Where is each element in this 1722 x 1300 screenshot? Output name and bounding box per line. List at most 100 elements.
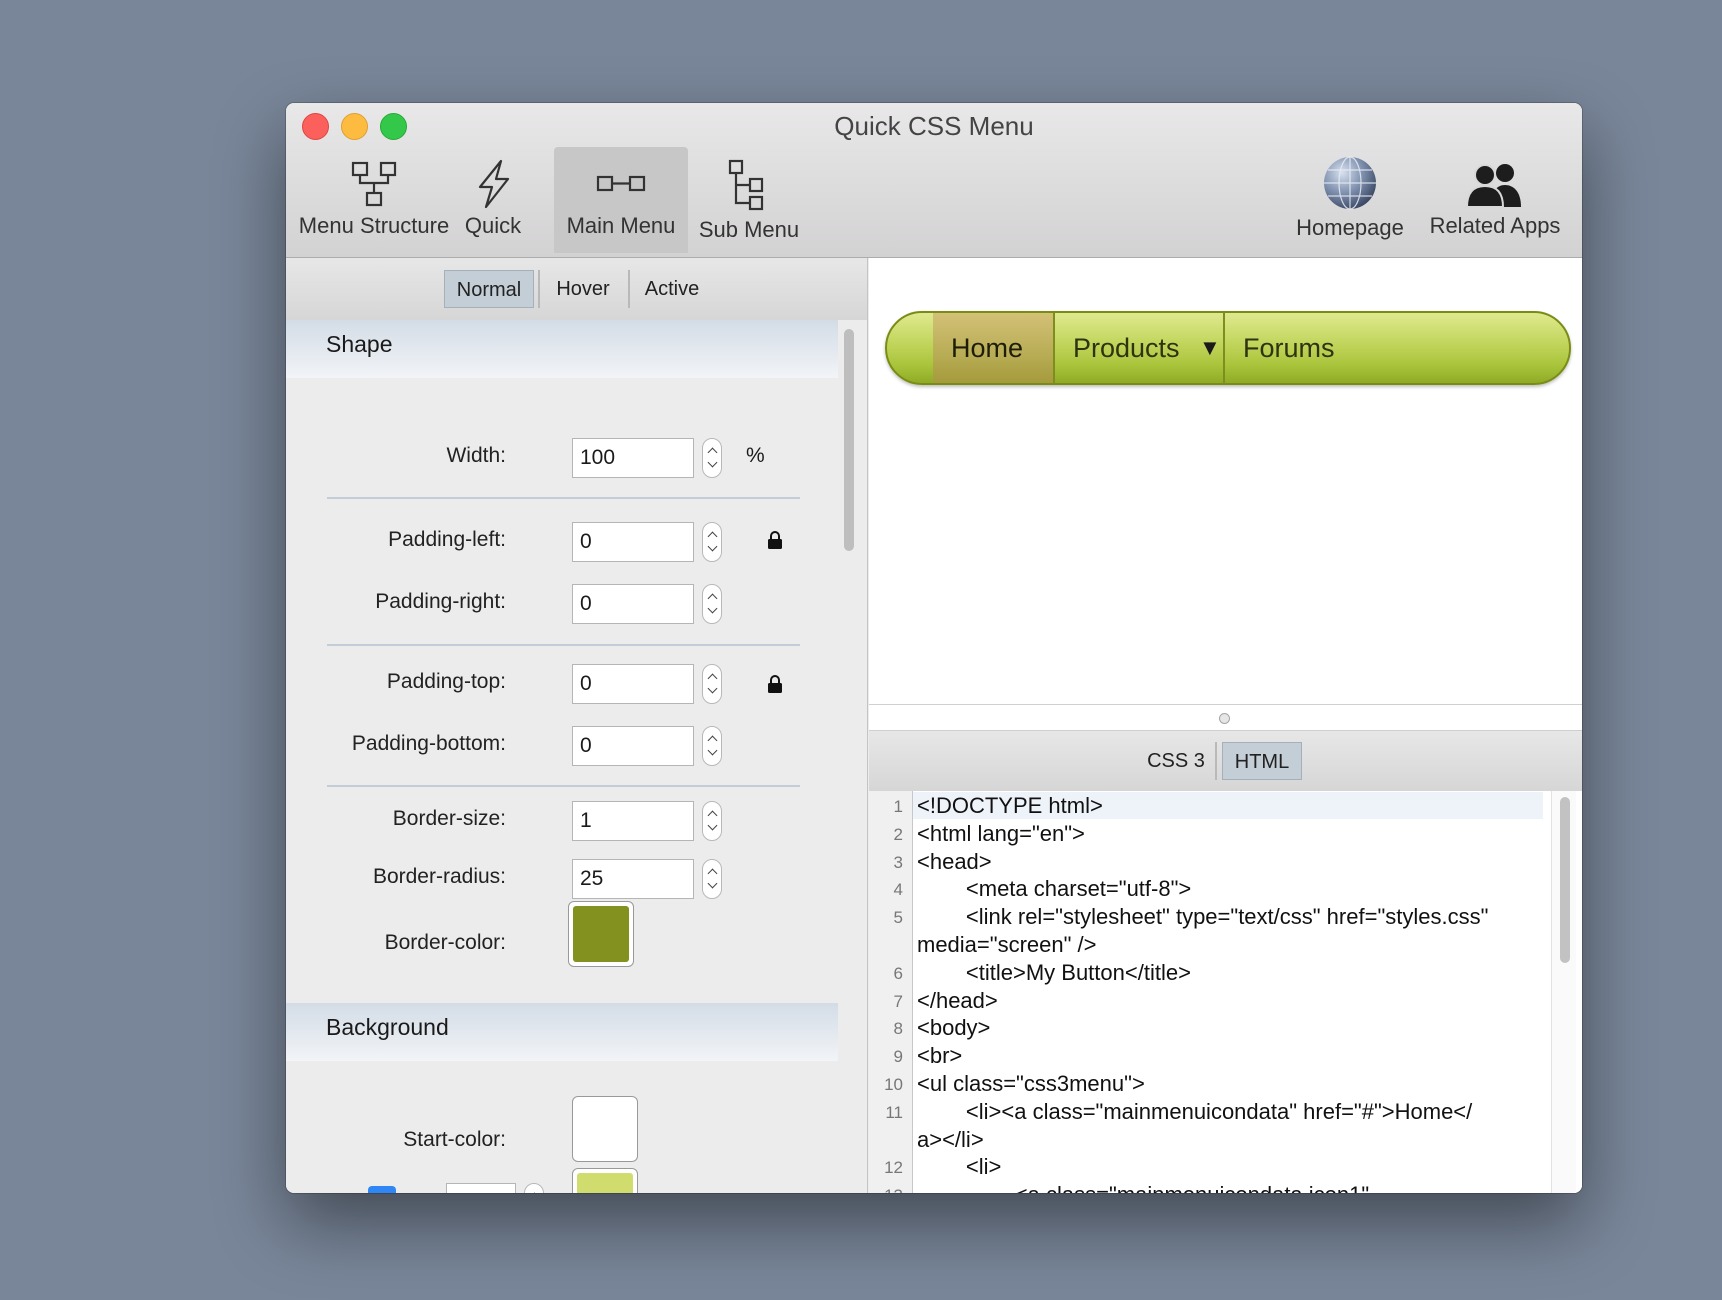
end-color-well[interactable] (572, 1168, 638, 1193)
menu-divider (1053, 313, 1055, 383)
toolbar-related-apps-button[interactable]: Related Apps (1420, 147, 1570, 253)
tab-active[interactable]: Active (634, 270, 710, 308)
menu-divider (1223, 313, 1225, 383)
window-title: Quick CSS Menu (834, 111, 1034, 141)
main-menu-icon (596, 175, 646, 192)
gradient-stop-stepper[interactable] (524, 1183, 544, 1193)
sub-menu-icon (728, 159, 764, 211)
padding-right-stepper[interactable] (702, 584, 722, 624)
preview-menu-label: Products (1073, 333, 1180, 363)
toolbar-label-main-menu: Main Menu (566, 213, 676, 238)
people-icon (1465, 164, 1521, 208)
line-number: 13 (869, 1186, 903, 1193)
shape-section-header: Shape (286, 320, 838, 378)
padding-top-label: Padding-top: (386, 670, 506, 693)
padding-top-stepper[interactable] (702, 664, 722, 704)
toolbar-sub-menu-button[interactable]: Sub Menu (694, 147, 804, 253)
end-color-fill (577, 1173, 633, 1193)
split-handle[interactable] (1219, 713, 1230, 724)
padding-left-label: Padding-left: (388, 528, 506, 551)
padding-bottom-stepper[interactable] (702, 726, 722, 766)
line-number: 5 (893, 908, 903, 928)
titlebar: Quick CSS Menu Menu Structure Quick Main… (286, 103, 1582, 258)
width-unit: % (746, 444, 765, 467)
padding-right-input[interactable]: 0 (572, 584, 694, 624)
app-window: Quick CSS Menu Menu Structure Quick Main… (286, 103, 1582, 1193)
inspector-scroll-thumb[interactable] (844, 329, 854, 551)
padding-bottom-input[interactable]: 0 (572, 726, 694, 766)
code-text: <br> (917, 1043, 963, 1069)
code-text: <li> (917, 1154, 1002, 1180)
start-color-well[interactable] (572, 1096, 638, 1162)
border-color-label: Border-color: (384, 931, 506, 954)
style-inspector: Normal Hover Active Shape Width: 100 % P… (286, 258, 868, 1193)
code-scrollbar[interactable] (1551, 791, 1576, 1193)
tab-hover[interactable]: Hover (544, 270, 622, 308)
start-color-label: Start-color: (403, 1128, 506, 1151)
code-text: media="screen" /> (917, 932, 1097, 957)
preview-menu-label: Home (951, 333, 1024, 363)
line-number: 10 (884, 1075, 903, 1094)
width-stepper[interactable] (702, 438, 722, 478)
menu-structure-icon (351, 161, 397, 207)
toolbar-menu-structure-button[interactable]: Menu Structure (294, 147, 454, 253)
padding-bottom-label: Padding-bottom: (351, 732, 506, 755)
line-number: 1 (893, 797, 903, 816)
padding-top-input[interactable]: 0 (572, 664, 694, 704)
tab-divider (628, 270, 630, 308)
globe-icon (1324, 156, 1376, 210)
background-section-header: Background (286, 1003, 838, 1061)
border-color-well[interactable] (568, 901, 634, 967)
line-number: 7 (893, 991, 903, 1011)
state-tabs: Normal Hover Active (286, 258, 868, 320)
code-tabs: CSS 3 HTML (869, 730, 1582, 792)
tab-divider (1215, 742, 1217, 780)
dropdown-arrow-icon: ▼ (1199, 335, 1221, 360)
preview-menu-item-forums[interactable]: Forums (1243, 313, 1363, 383)
divider (327, 497, 800, 499)
toolbar-homepage-button[interactable]: Homepage (1290, 147, 1410, 253)
border-radius-input[interactable]: 25 (572, 859, 694, 899)
tab-html[interactable]: HTML (1222, 742, 1302, 780)
tab-divider (538, 270, 540, 308)
tab-css3[interactable]: CSS 3 (1141, 742, 1211, 780)
code-text: <link rel="stylesheet" type="text/css" h… (917, 904, 1489, 930)
code-text: <html lang="en"> (917, 820, 1085, 846)
toolbar-quick-button[interactable]: Quick (458, 147, 528, 253)
border-size-input[interactable]: 1 (572, 801, 694, 841)
divider (327, 644, 800, 646)
line-number: 12 (884, 1158, 903, 1178)
lock-icon[interactable] (767, 530, 783, 550)
gradient-checkbox[interactable] (368, 1186, 396, 1193)
padding-left-stepper[interactable] (702, 522, 722, 562)
toolbar-label-menu-structure: Menu Structure (298, 213, 450, 238)
code-text: a></li> (917, 1126, 984, 1152)
border-color-fill (573, 906, 629, 962)
start-color-fill (577, 1101, 633, 1157)
preview-menu-item-products[interactable]: Products ▼ (1073, 313, 1223, 383)
code-text: <!DOCTYPE html> (917, 793, 1103, 818)
inspector-scrollbar[interactable] (842, 324, 856, 1189)
line-number: 11 (885, 1102, 903, 1122)
border-size-label: Border-size: (392, 807, 506, 830)
toolbar-main-menu-button[interactable]: Main Menu (554, 147, 688, 253)
lock-icon[interactable] (767, 674, 783, 694)
split-divider (869, 704, 1582, 705)
code-editor[interactable]: 1 <!DOCTYPE html> 2 <html lang="en"> 3 <head>… (869, 791, 1582, 1193)
line-number: 2 (893, 824, 903, 844)
preview-menu-item-home[interactable]: Home (933, 313, 1053, 383)
width-input[interactable]: 100 (572, 438, 694, 478)
padding-right-label: Padding-right: (375, 590, 506, 613)
toolbar-label-quick: Quick (464, 213, 522, 238)
menu-preview: Home Products ▼ Forums (869, 258, 1582, 703)
border-radius-label: Border-radius: (372, 865, 506, 888)
tab-normal[interactable]: Normal (444, 270, 534, 308)
gradient-stop-input[interactable]: 25 (446, 1183, 516, 1193)
code-text: <body> (917, 1015, 991, 1041)
padding-left-input[interactable]: 0 (572, 522, 694, 562)
width-label: Width: (446, 444, 506, 467)
line-number: 3 (893, 852, 903, 872)
code-scroll-thumb[interactable] (1560, 797, 1570, 963)
border-radius-stepper[interactable] (702, 859, 722, 899)
border-size-stepper[interactable] (702, 801, 722, 841)
